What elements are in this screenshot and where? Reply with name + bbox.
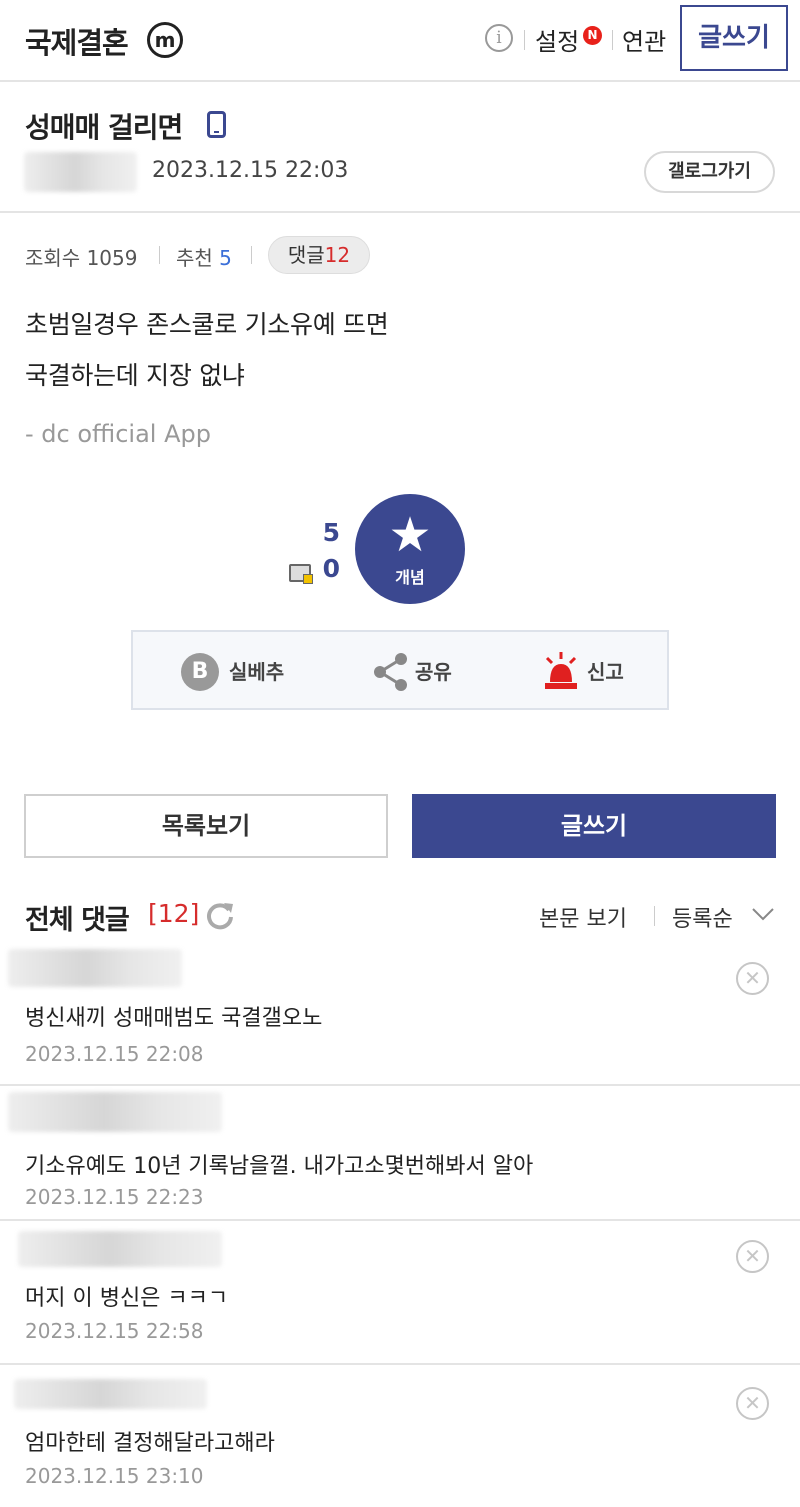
delete-comment-icon[interactable]: ✕: [736, 962, 769, 995]
siren-icon: [545, 652, 577, 689]
recommend-count: 5: [219, 246, 232, 270]
share-button[interactable]: 공유: [415, 652, 452, 692]
action-box: B 실베추 공유 신고: [131, 630, 669, 710]
write-button-top[interactable]: 글쓰기: [680, 5, 788, 71]
minor-gallery-badge-icon: m: [147, 22, 183, 58]
comment-label: 댓글: [287, 243, 325, 267]
header-separator: [524, 30, 525, 50]
post-title: 성매매 걸리면: [25, 111, 183, 144]
settings-link[interactable]: 설정: [535, 22, 579, 57]
recommend-stat: 추천 5: [176, 242, 232, 271]
views-stat: 조회수 1059: [25, 242, 137, 271]
top-bar: 국제결혼 m i 설정 N 연관 글쓰기: [0, 0, 800, 82]
comment-item: ✕ 엄마한테 결정해달라고해라 2023.12.15 23:10: [0, 1365, 800, 1507]
comment-item: ✕ 머지 이 병신은 ㅋㅋㄱ 2023.12.15 22:58: [0, 1221, 800, 1365]
comment-item: 기소유예도 10년 기록남을껄. 내가고소몇번해봐서 알아 2023.12.15…: [0, 1086, 800, 1221]
views-count: 1059: [86, 246, 138, 270]
write-button[interactable]: 글쓰기: [412, 794, 776, 858]
chevron-down-icon[interactable]: [750, 904, 776, 924]
header-separator: [612, 30, 613, 50]
stat-separator: [251, 246, 252, 264]
related-link[interactable]: 연관: [622, 22, 666, 57]
gallery-title[interactable]: 국제결혼: [25, 20, 129, 62]
header-separator: [654, 906, 655, 926]
post-datetime: 2023.12.15 22:03: [152, 158, 349, 183]
comment-item: ✕ 병신새끼 성매매범도 국결갤오노 2023.12.15 22:08: [0, 935, 800, 1086]
app-signature: - dc official App: [25, 420, 211, 448]
comment-date: 2023.12.15 23:10: [25, 1464, 204, 1488]
recommend-label: 추천: [176, 246, 213, 270]
recommend-button-label: 개념: [395, 568, 425, 587]
delete-comment-icon[interactable]: ✕: [736, 1240, 769, 1273]
comment-author-blurred[interactable]: [18, 1231, 222, 1267]
comments-title: 전체 댓글: [25, 905, 130, 936]
stat-separator: [159, 246, 160, 264]
comment-author-blurred[interactable]: [8, 949, 182, 987]
new-badge: N: [583, 26, 602, 45]
comment-count: 12: [324, 243, 351, 267]
mobile-phone-icon: [207, 111, 226, 138]
author-nickname-blurred[interactable]: [24, 152, 137, 192]
recommend-down-count: 0: [322, 554, 340, 583]
real-best-button[interactable]: 실베추: [229, 652, 284, 692]
report-button[interactable]: 신고: [587, 652, 624, 692]
comment-count-pill[interactable]: 댓글12: [268, 236, 370, 274]
comments-count: [12]: [148, 899, 200, 928]
delete-comment-icon[interactable]: ✕: [736, 1387, 769, 1420]
comment-text: 병신새끼 성매매범도 국결갤오노: [25, 1006, 323, 1031]
comment-text: 엄마한테 결정해달라고해라: [25, 1431, 275, 1456]
comment-author-blurred[interactable]: [14, 1379, 207, 1409]
view-body-link[interactable]: 본문 보기: [539, 901, 627, 933]
comment-text: 머지 이 병신은 ㅋㅋㄱ: [25, 1286, 229, 1311]
divider: [0, 211, 800, 213]
sort-select[interactable]: 등록순: [672, 901, 733, 933]
best-b-icon: B: [181, 653, 219, 691]
comment-date: 2023.12.15 22:58: [25, 1319, 204, 1343]
post-body-line: 초범일경우 존스쿨로 기소유예 뜨면: [25, 310, 389, 339]
comment-date: 2023.12.15 22:23: [25, 1185, 204, 1209]
info-icon[interactable]: i: [485, 24, 513, 52]
go-gallog-button[interactable]: 갤로그가기: [644, 151, 775, 193]
recommend-up-count: 5: [322, 518, 340, 547]
star-icon: ★: [388, 507, 432, 563]
refresh-icon[interactable]: [205, 900, 235, 930]
comment-author-blurred[interactable]: [8, 1092, 222, 1132]
list-view-button[interactable]: 목록보기: [24, 794, 388, 858]
post-body-line: 국결하는데 지장 없냐: [25, 361, 245, 390]
comment-date: 2023.12.15 22:08: [25, 1042, 204, 1066]
views-label: 조회수: [25, 246, 81, 270]
fixed-nick-icon: [289, 564, 313, 584]
comment-text: 기소유예도 10년 기록남을껄. 내가고소몇번해봐서 알아: [25, 1154, 534, 1179]
recommend-button[interactable]: ★ 개념: [355, 494, 465, 604]
share-icon: [374, 653, 407, 691]
